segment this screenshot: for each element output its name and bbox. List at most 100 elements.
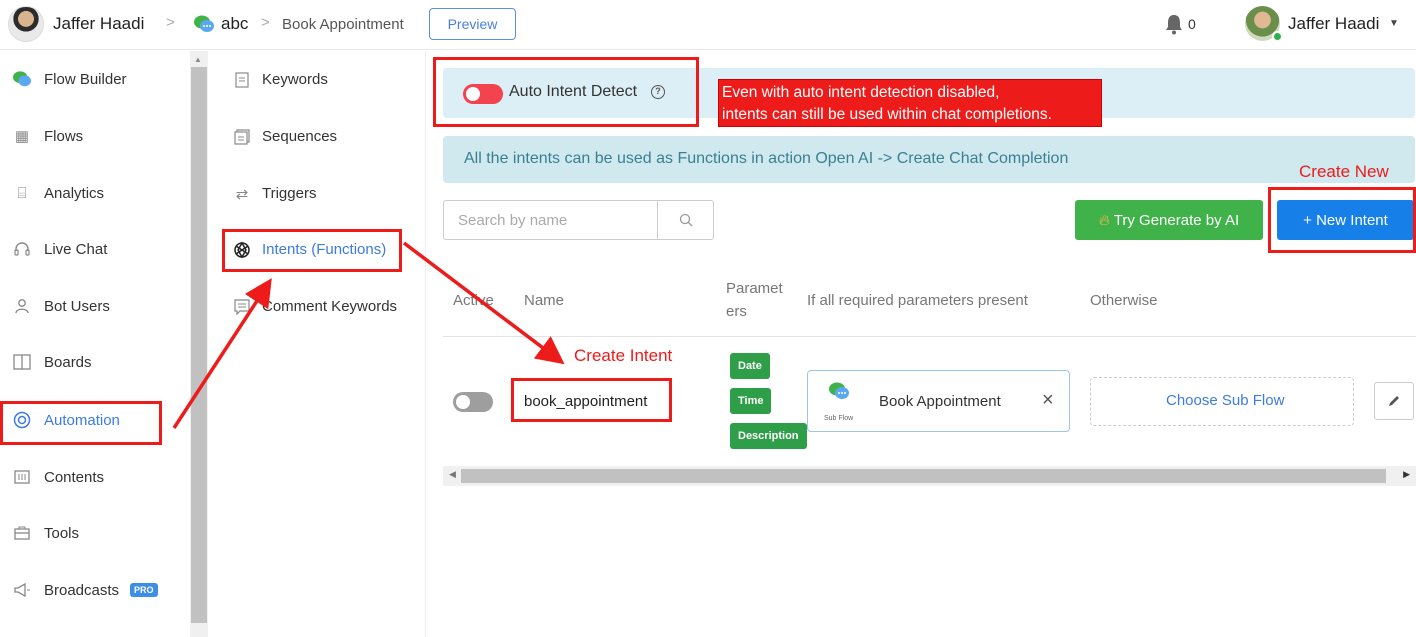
sidebar-item-label: Boards	[44, 353, 92, 371]
sub-flow-caption: Sub Flow	[824, 415, 854, 422]
table-scrollbar[interactable]: ◀ ▶	[443, 466, 1416, 486]
main-sidebar: Flow Builder ▦ Flows ⌸ Analytics Live Ch…	[0, 51, 190, 637]
top-bar: Jaffer Haadi > abc > Book Appointment Pr…	[0, 0, 1416, 50]
annotation-create-intent: Create Intent	[574, 346, 673, 365]
notification-count: 0	[1188, 16, 1196, 32]
annotation-create-new: Create New	[1299, 162, 1389, 181]
comment-icon	[232, 297, 252, 317]
search-input[interactable]	[444, 201, 657, 239]
fire-icon: 🔥︎	[1098, 211, 1110, 229]
keywords-icon	[232, 70, 252, 90]
annotation-box-intents	[222, 229, 402, 272]
try-generate-label: Try Generate by AI	[1113, 211, 1240, 229]
sidebar-item-label: Broadcasts	[44, 581, 120, 599]
param-badge: Description	[730, 423, 807, 449]
try-generate-button[interactable]: 🔥︎ Try Generate by AI	[1075, 200, 1263, 240]
menu-item-comment-keywords[interactable]: Comment Keywords	[208, 287, 426, 327]
scroll-left-icon[interactable]: ◀	[449, 469, 456, 480]
annotation-note-line: Even with auto intent detection disabled…	[722, 84, 1000, 101]
header-otherwise: Otherwise	[1090, 292, 1158, 309]
menu-item-label: Sequences	[262, 128, 338, 145]
sub-flow-card[interactable]: Sub Flow Book Appointment ×	[807, 370, 1070, 432]
annotation-box-new-intent	[1268, 187, 1416, 253]
sidebar-item-label: Analytics	[44, 184, 105, 202]
edit-button[interactable]	[1374, 382, 1414, 420]
toolbox-icon	[12, 523, 32, 543]
preview-button[interactable]: Preview	[429, 8, 516, 40]
scroll-right-icon[interactable]: ▶	[1403, 469, 1410, 480]
breadcrumb-page: Book Appointment	[282, 16, 404, 33]
flow-builder-icon	[12, 69, 32, 89]
online-status-dot	[1272, 31, 1283, 42]
menu-item-keywords[interactable]: Keywords	[208, 60, 426, 100]
menu-item-triggers[interactable]: ⇄ Triggers	[208, 174, 426, 214]
sidebar-item-boards[interactable]: Boards	[0, 342, 190, 382]
grid-icon: ▦	[14, 128, 30, 145]
search-button[interactable]	[657, 201, 713, 239]
search-box	[443, 200, 714, 240]
account-name[interactable]: Jaffer Haadi	[1288, 14, 1379, 34]
sub-flow-name: Book Appointment	[879, 393, 1001, 410]
sequences-icon	[232, 127, 252, 147]
analytics-icon: ⌸	[17, 184, 27, 202]
board-icon	[12, 352, 32, 372]
sidebar-scrollbar[interactable]: ▲	[190, 51, 208, 637]
table-divider	[443, 336, 1416, 337]
sidebar-item-label: Bot Users	[44, 297, 110, 315]
caret-down-icon[interactable]: ▼	[1389, 18, 1399, 29]
annotation-note: Even with auto intent detection disabled…	[718, 79, 1102, 127]
breadcrumb-separator: >	[261, 14, 270, 31]
user-avatar[interactable]	[8, 6, 44, 42]
sidebar-item-label: Contents	[44, 468, 105, 486]
menu-item-label: Comment Keywords	[262, 298, 398, 315]
bot-chat-icon	[194, 15, 214, 32]
sidebar-item-live-chat[interactable]: Live Chat	[0, 229, 190, 269]
close-icon[interactable]: ×	[1042, 389, 1054, 412]
sidebar-item-bot-users[interactable]: Bot Users	[0, 286, 190, 326]
user-icon	[12, 296, 32, 316]
sidebar-item-broadcasts[interactable]: Broadcasts PRO	[0, 570, 190, 610]
header-active: Active	[453, 292, 494, 309]
headset-icon	[12, 239, 32, 259]
header-parameters-cont: ers	[726, 303, 747, 320]
menu-item-sequences[interactable]: Sequences	[208, 117, 426, 157]
scrollbar-thumb[interactable]	[461, 469, 1386, 483]
annotation-box-automation	[0, 401, 162, 445]
sidebar-item-label: Flows	[44, 127, 84, 145]
choose-sub-flow-link[interactable]: Choose Sub Flow	[1166, 392, 1284, 409]
sidebar-item-flow-builder[interactable]: Flow Builder	[0, 59, 190, 99]
scroll-up-icon[interactable]: ▲	[194, 55, 202, 64]
bell-icon[interactable]	[1163, 12, 1185, 36]
sidebar-item-flows[interactable]: ▦ Flows	[0, 116, 190, 156]
header-name: Name	[524, 292, 565, 309]
annotation-box-intent-name	[511, 378, 672, 422]
header-parameters: Paramet	[726, 280, 783, 297]
param-badge: Date	[730, 353, 770, 379]
sidebar-item-tools[interactable]: Tools	[0, 513, 190, 553]
breadcrumb-separator: >	[166, 14, 175, 31]
automation-menu: Keywords Sequences ⇄ Triggers Intents (F…	[208, 51, 426, 637]
header-if-present: If all required parameters present	[807, 292, 1028, 309]
annotation-note-line: intents can still be used within chat co…	[722, 106, 1052, 123]
menu-item-label: Keywords	[262, 71, 328, 88]
intent-active-toggle[interactable]	[453, 392, 493, 412]
contents-icon	[12, 467, 32, 487]
sub-flow-icon	[829, 382, 849, 399]
sidebar-item-analytics[interactable]: ⌸ Analytics	[0, 173, 190, 213]
megaphone-icon	[12, 580, 32, 600]
info-banner-text: All the intents can be used as Functions…	[464, 150, 1069, 167]
pro-badge: PRO	[130, 583, 158, 597]
sidebar-item-label: Flow Builder	[44, 70, 127, 88]
breadcrumb-user[interactable]: Jaffer Haadi	[53, 14, 144, 34]
breadcrumb-bot[interactable]: abc	[221, 14, 248, 34]
menu-item-label: Triggers	[262, 185, 317, 202]
search-icon	[679, 213, 692, 227]
sidebar-item-contents[interactable]: Contents	[0, 457, 190, 497]
sidebar-item-label: Tools	[44, 524, 80, 542]
scrollbar-thumb[interactable]	[191, 67, 207, 623]
annotation-box-auto-intent	[433, 57, 699, 127]
param-badge: Time	[730, 388, 772, 414]
triggers-icon: ⇄	[235, 186, 249, 203]
sidebar-item-label: Live Chat	[44, 240, 108, 258]
pencil-icon	[1389, 396, 1399, 406]
